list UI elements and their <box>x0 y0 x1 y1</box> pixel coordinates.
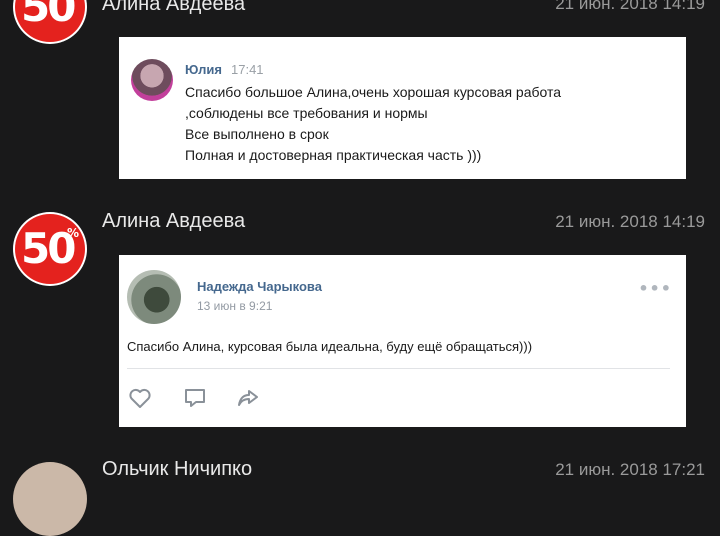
sender-name[interactable]: Алина Авдеева <box>102 210 245 233</box>
forward-author-avatar[interactable] <box>131 59 173 101</box>
comment-icon[interactable] <box>182 385 208 411</box>
post-text: Спасибо Алина, курсовая была идеальна, б… <box>127 339 533 354</box>
like-icon[interactable] <box>127 385 153 411</box>
post-date[interactable]: 13 июн в 9:21 <box>197 299 272 313</box>
sender-name[interactable]: Алина Авдеева <box>102 0 245 16</box>
sender-avatar[interactable]: 50 % <box>13 212 87 286</box>
sender-name[interactable]: Ольчик Ничипко <box>102 458 252 481</box>
forward-author-name[interactable]: Юлия <box>185 62 222 77</box>
post-author-name[interactable]: Надежда Чарыкова <box>197 279 322 294</box>
forward-text: Спасибо большое Алина,очень хорошая курс… <box>185 84 562 163</box>
sale-badge-icon: 50 % <box>15 0 85 42</box>
sale-badge-icon: 50 % <box>15 214 85 284</box>
forward-time: 17:41 <box>231 62 264 77</box>
shared-post[interactable]: Надежда Чарыкова 13 июн в 9:21 ••• Спаси… <box>119 255 686 427</box>
forwarded-message[interactable]: Юлия 17:41 Спасибо большое Алина,очень х… <box>119 37 686 179</box>
message-time: 21 июн. 2018 14:19 <box>555 212 705 231</box>
sender-avatar[interactable] <box>13 462 87 536</box>
message-time: 21 июн. 2018 14:19 <box>555 0 705 13</box>
message-time: 21 июн. 2018 17:21 <box>555 460 705 479</box>
share-icon[interactable] <box>235 385 261 411</box>
divider <box>127 368 670 369</box>
sender-avatar[interactable]: 50 % <box>13 0 87 44</box>
more-options-icon[interactable]: ••• <box>638 279 672 298</box>
post-author-avatar[interactable] <box>127 270 181 324</box>
